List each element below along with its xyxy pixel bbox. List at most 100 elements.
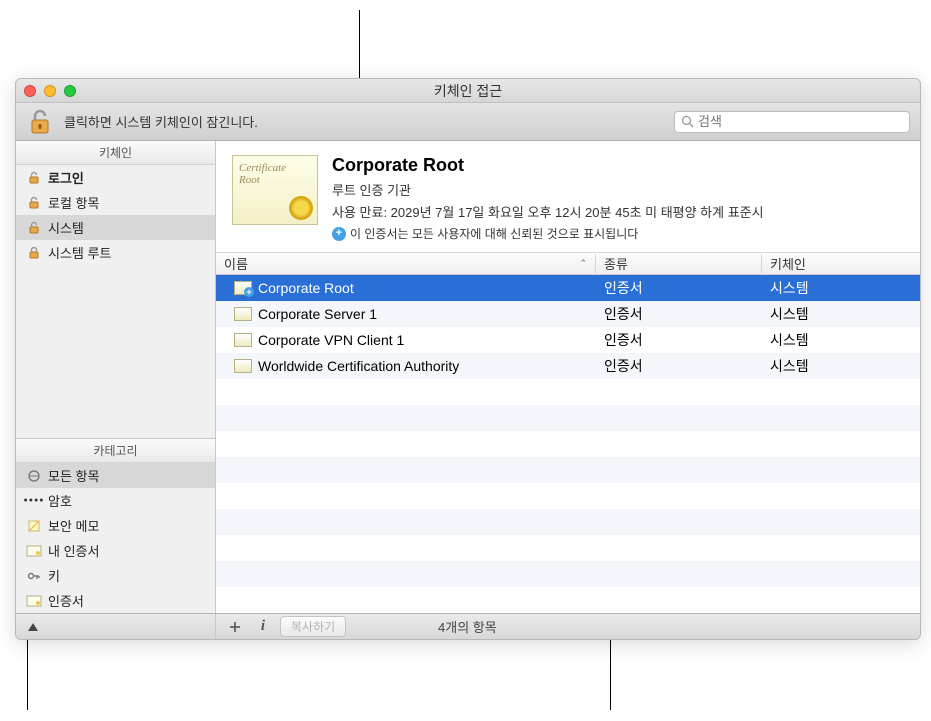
info-button[interactable]: i xyxy=(252,617,274,637)
minimize-button[interactable] xyxy=(44,85,56,97)
row-name: Worldwide Certification Authority xyxy=(258,358,459,374)
trust-plus-icon: + xyxy=(332,227,346,241)
category-label: 키 xyxy=(48,566,60,585)
callout-line-bottomright xyxy=(610,640,611,710)
row-kind: 인증서 xyxy=(596,304,762,324)
copy-button[interactable]: 복사하기 xyxy=(280,616,346,637)
row-keychain: 시스템 xyxy=(762,304,920,324)
empty-row xyxy=(216,483,920,509)
sidebar-toggle-button[interactable] xyxy=(22,617,44,637)
search-input[interactable] xyxy=(674,111,910,133)
toolbar: 클릭하면 시스템 키체인이 잠긴니다. xyxy=(16,103,920,141)
locked-icon xyxy=(26,245,42,261)
sidebar: 키체인 로그인로컬 항목시스템시스템 루트 카테고리 모든 항목 ●●●● 암호보안… xyxy=(16,141,216,613)
main-pane: Certificate Root Corporate Root 루트 인증 기관… xyxy=(216,141,920,613)
row-name: Corporate Root xyxy=(258,280,354,296)
category-label: 인증서 xyxy=(48,591,84,610)
category-item[interactable]: 키 xyxy=(16,563,215,588)
row-kind: 인증서 xyxy=(596,356,762,376)
window-title: 키체인 접근 xyxy=(16,81,920,101)
category-item[interactable]: 인증서 xyxy=(16,588,215,613)
keychains-list: 로그인로컬 항목시스템시스템 루트 xyxy=(16,165,215,265)
row-keychain: 시스템 xyxy=(762,330,920,350)
window-controls xyxy=(24,85,76,97)
certificate-icon xyxy=(234,281,252,295)
table-row[interactable]: Worldwide Certification Authority 인증서시스템 xyxy=(216,353,920,379)
keychain-label: 로컬 항목 xyxy=(48,193,99,212)
unlocked-icon xyxy=(26,195,42,211)
keychain-label: 시스템 루트 xyxy=(48,243,111,262)
row-kind: 인증서 xyxy=(596,330,762,350)
search-icon xyxy=(681,115,694,128)
empty-row xyxy=(216,561,920,587)
sidebar-toggle-area xyxy=(16,614,216,639)
category-item[interactable]: 모든 항목 xyxy=(16,463,215,488)
certificate-large-icon: Certificate Root xyxy=(232,155,318,225)
keychain-label: 시스템 xyxy=(48,218,84,237)
status-buttons: i 복사하기 xyxy=(216,616,354,637)
certificate-icon xyxy=(234,333,252,347)
column-name[interactable]: 이름 ⌃ xyxy=(216,254,596,273)
maximize-button[interactable] xyxy=(64,85,76,97)
row-keychain: 시스템 xyxy=(762,278,920,298)
titlebar: 키체인 접근 xyxy=(16,79,920,103)
cert-expiry: 사용 만료: 2029년 7월 17일 화요일 오후 12시 20분 45초 미… xyxy=(332,202,904,221)
keychain-item[interactable]: 로컬 항목 xyxy=(16,190,215,215)
add-button[interactable] xyxy=(224,617,246,637)
all-icon xyxy=(26,468,42,484)
empty-row xyxy=(216,535,920,561)
category-label: 암호 xyxy=(48,491,72,510)
keychain-access-window: 키체인 접근 클릭하면 시스템 키체인이 잠긴니다. 키체인 로그인로컬 항목시… xyxy=(15,78,921,640)
categories-header: 카테고리 xyxy=(16,438,215,463)
certificate-icon xyxy=(234,307,252,321)
row-keychain: 시스템 xyxy=(762,356,920,376)
trust-row: + 이 인증서는 모든 사용자에 대해 신뢰된 것으로 표시됩니다 xyxy=(332,225,904,242)
empty-row xyxy=(216,405,920,431)
table-row[interactable]: Corporate Root 인증서시스템 xyxy=(216,275,920,301)
lock-message: 클릭하면 시스템 키체인이 잠긴니다. xyxy=(64,112,664,131)
callout-line-top xyxy=(359,10,360,78)
empty-row xyxy=(216,509,920,535)
callout-line-bottomleft xyxy=(27,640,28,710)
cert-icon xyxy=(26,593,42,609)
category-item[interactable]: ●●●● 암호 xyxy=(16,488,215,513)
cert-subtitle: 루트 인증 기관 xyxy=(332,180,904,199)
keychains-header: 키체인 xyxy=(16,141,215,165)
column-kind[interactable]: 종류 xyxy=(596,254,762,273)
unlocked-icon xyxy=(26,170,42,186)
empty-row xyxy=(216,379,920,405)
cert-title: Corporate Root xyxy=(332,155,904,176)
empty-row xyxy=(216,457,920,483)
unlocked-icon xyxy=(26,220,42,236)
row-name: Corporate VPN Client 1 xyxy=(258,332,404,348)
column-keychain[interactable]: 키체인 xyxy=(762,254,920,273)
key-icon xyxy=(26,568,42,584)
empty-row xyxy=(216,431,920,457)
search-field[interactable] xyxy=(698,114,903,129)
note-icon xyxy=(26,518,42,534)
detail-text: Corporate Root 루트 인증 기관 사용 만료: 2029년 7월 … xyxy=(332,155,904,242)
certificate-icon xyxy=(234,359,252,373)
keychain-item[interactable]: 시스템 xyxy=(16,215,215,240)
close-button[interactable] xyxy=(24,85,36,97)
row-kind: 인증서 xyxy=(596,278,762,298)
sort-asc-icon: ⌃ xyxy=(579,258,587,269)
trust-message: 이 인증서는 모든 사용자에 대해 신뢰된 것으로 표시됩니다 xyxy=(350,225,638,242)
item-count: 4개의 항목 xyxy=(438,617,497,636)
table-body: Corporate Root인증서시스템Corporate Server 1인증… xyxy=(216,275,920,613)
keychain-item[interactable]: 로그인 xyxy=(16,165,215,190)
table-header: 이름 ⌃ 종류 키체인 xyxy=(216,253,920,275)
detail-pane: Certificate Root Corporate Root 루트 인증 기관… xyxy=(216,141,920,253)
keychain-item[interactable]: 시스템 루트 xyxy=(16,240,215,265)
category-label: 모든 항목 xyxy=(48,466,99,485)
table-row[interactable]: Corporate VPN Client 1 인증서시스템 xyxy=(216,327,920,353)
lock-icon[interactable] xyxy=(26,108,54,136)
body: 키체인 로그인로컬 항목시스템시스템 루트 카테고리 모든 항목●●●●암호보안… xyxy=(16,141,920,613)
category-item[interactable]: 보안 메모 xyxy=(16,513,215,538)
category-label: 보안 메모 xyxy=(48,516,99,535)
empty-row xyxy=(216,587,920,613)
category-item[interactable]: 내 인증서 xyxy=(16,538,215,563)
dots-icon: ●●●● xyxy=(26,493,42,509)
category-label: 내 인증서 xyxy=(48,541,99,560)
table-row[interactable]: Corporate Server 1인증서시스템 xyxy=(216,301,920,327)
